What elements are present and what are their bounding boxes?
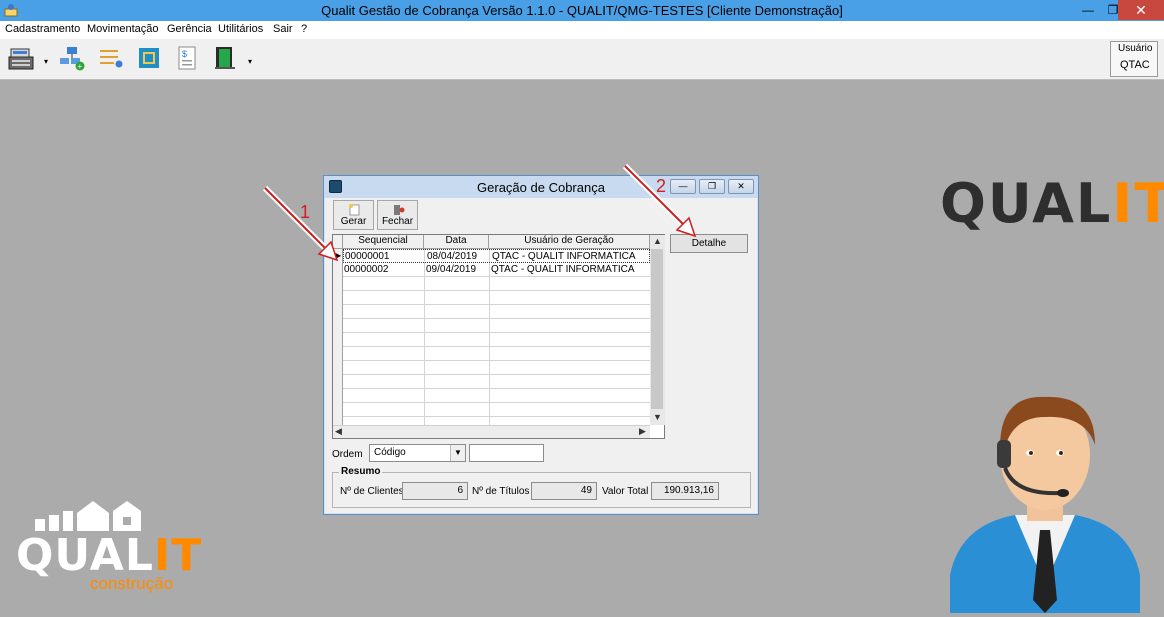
- menu-sair[interactable]: Sair: [273, 23, 293, 35]
- construcao-label: construção: [90, 574, 174, 593]
- empty-row: [343, 347, 650, 361]
- svg-text:+: +: [78, 62, 83, 71]
- list-settings-icon[interactable]: [98, 45, 124, 71]
- annotation-number-2: 2: [656, 176, 667, 196]
- valor-total-label: Valor Total: [602, 486, 649, 497]
- menu-utilitarios[interactable]: Utilitários: [218, 23, 263, 35]
- new-document-icon: [349, 204, 360, 216]
- horizontal-scrollbar[interactable]: ◀ ▶: [333, 425, 650, 438]
- support-agent-icon: [950, 396, 1140, 613]
- toolbar: ▾ + $ ▾ Usuário QTAC: [0, 39, 1164, 80]
- fechar-button[interactable]: Fechar: [377, 200, 418, 230]
- menu-bar: Cadastramento Movimentação Gerência Util…: [0, 21, 1164, 39]
- column-header-data[interactable]: Data: [424, 235, 489, 248]
- scroll-thumb[interactable]: [651, 249, 663, 409]
- empty-row: [343, 389, 650, 403]
- resumo-label: Resumo: [339, 466, 383, 477]
- empty-row: [343, 291, 650, 305]
- app-title-bar: Qualit Gestão de Cobrança Versão 1.1.0 -…: [0, 0, 1164, 21]
- empty-row: [343, 403, 650, 417]
- network-add-icon[interactable]: +: [59, 45, 85, 71]
- cobranca-grid: Sequencial Data Usuário de Geração ▶ 000…: [332, 234, 665, 439]
- menu-gerencia[interactable]: Gerência: [167, 23, 212, 35]
- ordem-selected-value: Código: [374, 447, 406, 458]
- user-value: QTAC: [1120, 59, 1150, 71]
- exit-icon: [394, 205, 405, 215]
- cell-usuario: QTAC - QUALIT INFORMÁTICA: [492, 251, 636, 262]
- ordem-label: Ordem: [332, 449, 363, 460]
- annotation-arrow-2-icon: [622, 163, 697, 238]
- empty-row: [343, 277, 650, 291]
- empty-row: [343, 305, 650, 319]
- row-indicator-column: ▶: [333, 249, 343, 425]
- valor-total-value: 190.913,16: [651, 482, 719, 500]
- ordem-search-input[interactable]: [469, 444, 544, 462]
- invoice-icon[interactable]: $: [174, 45, 200, 71]
- empty-row: [343, 319, 650, 333]
- cash-register-dropdown-icon[interactable]: ▾: [44, 57, 48, 66]
- cell-data: 09/04/2019: [426, 264, 477, 275]
- houses-logo-icon: [35, 501, 141, 531]
- menu-movimentacao[interactable]: Movimentação: [87, 23, 159, 35]
- scroll-left-icon[interactable]: ◀: [335, 426, 342, 437]
- titulos-label: Nº de Títulos: [472, 486, 530, 497]
- cell-sequencial: 00000001: [345, 251, 390, 262]
- titulos-value: 49: [531, 482, 597, 500]
- logo-prefix: QUAL: [940, 172, 1113, 235]
- window-title: Qualit Gestão de Cobrança Versão 1.1.0 -…: [321, 3, 843, 18]
- cell-data: 08/04/2019: [427, 251, 478, 262]
- exit-door-icon[interactable]: [212, 45, 238, 71]
- svg-text:$: $: [182, 49, 187, 59]
- scroll-right-icon[interactable]: ▶: [639, 426, 646, 437]
- close-button[interactable]: ✕: [1118, 0, 1164, 20]
- user-label: Usuário: [1118, 43, 1153, 54]
- cell-usuario: QTAC - QUALIT INFORMÁTICA: [491, 264, 635, 275]
- dialog-close-button[interactable]: ✕: [728, 179, 754, 194]
- logo-suffix: IT: [1112, 172, 1164, 235]
- resumo-group: Resumo Nº de Clientes 6 Nº de Títulos 49…: [332, 466, 751, 508]
- empty-row: [343, 361, 650, 375]
- table-row[interactable]: 00000002 09/04/2019 QTAC - QUALIT INFORM…: [343, 263, 650, 277]
- user-box: Usuário QTAC: [1110, 41, 1158, 77]
- cell-sequencial: 00000002: [344, 264, 389, 275]
- printer-icon[interactable]: [136, 45, 162, 71]
- table-row[interactable]: 00000001 08/04/2019 QTAC - QUALIT INFORM…: [343, 249, 650, 263]
- empty-row: [343, 333, 650, 347]
- empty-row: [343, 375, 650, 389]
- clientes-value: 6: [402, 482, 468, 500]
- cash-register-icon[interactable]: [8, 45, 34, 71]
- ordem-select[interactable]: Código ▼: [369, 444, 466, 462]
- qualit-logo: QUALIT: [940, 172, 1164, 235]
- vertical-scrollbar[interactable]: ▲ ▼: [650, 235, 665, 425]
- menu-cadastramento[interactable]: Cadastramento: [5, 23, 80, 35]
- scroll-down-icon[interactable]: ▼: [653, 412, 662, 422]
- annotation-number-1: 1: [300, 202, 311, 222]
- grid-header: Sequencial Data Usuário de Geração: [333, 235, 650, 249]
- column-header-sequencial[interactable]: Sequencial: [343, 235, 424, 248]
- chevron-down-icon[interactable]: ▼: [450, 445, 465, 461]
- clientes-label: Nº de Clientes: [340, 486, 404, 497]
- menu-help[interactable]: ?: [301, 23, 307, 35]
- exit-dropdown-icon[interactable]: ▾: [248, 57, 252, 66]
- fechar-label: Fechar: [381, 216, 414, 227]
